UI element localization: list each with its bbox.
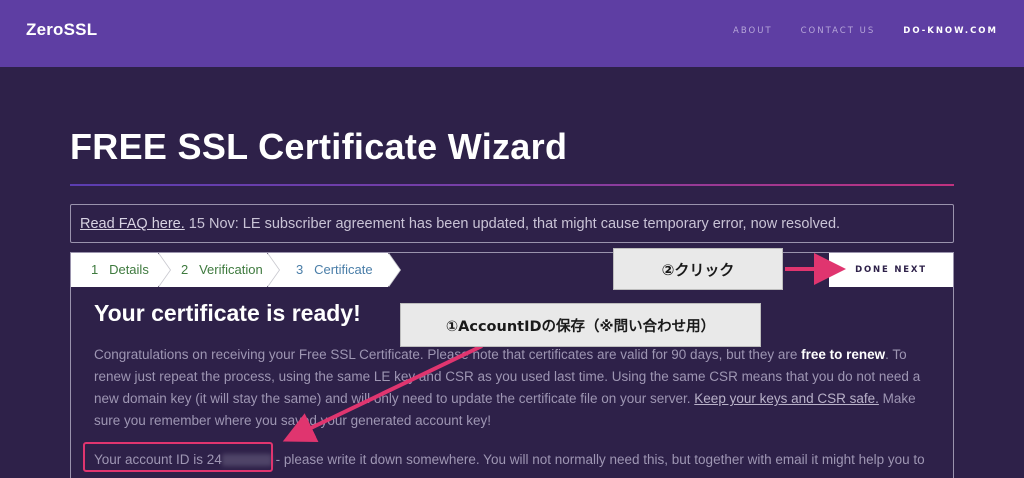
step-arrow <box>267 253 279 287</box>
step-arrow <box>158 253 170 287</box>
step-arrow <box>388 253 400 287</box>
arrow-to-account-id <box>282 344 483 443</box>
annotation-arrows <box>282 253 846 443</box>
callout-click-annotation: ②クリック <box>613 248 783 290</box>
callout-save-account-annotation: ①AccountIDの保存（※問い合わせ用） <box>400 303 761 347</box>
